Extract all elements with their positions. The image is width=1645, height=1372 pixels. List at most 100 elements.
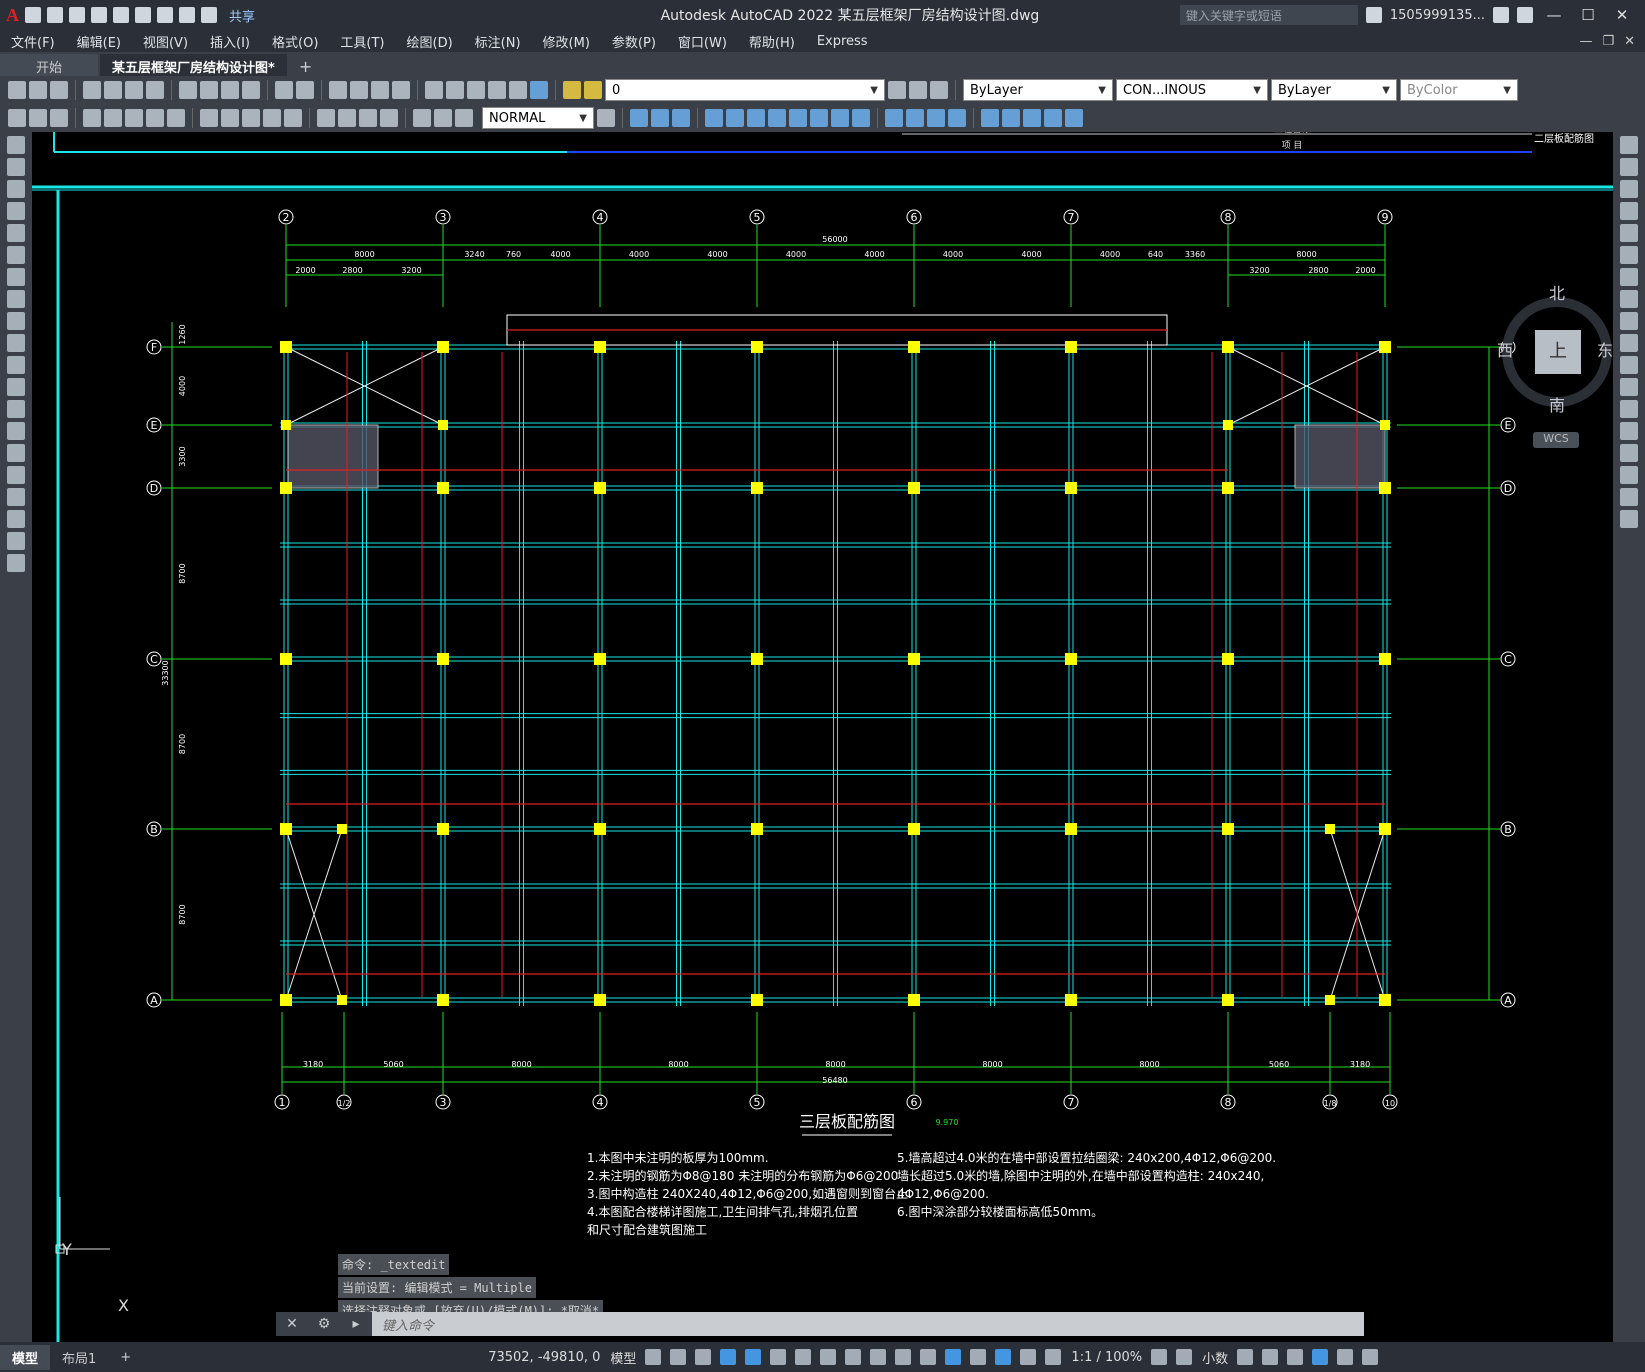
zoom-previous-icon[interactable]	[392, 81, 410, 99]
region-icon[interactable]	[7, 488, 25, 506]
line-icon[interactable]	[7, 136, 25, 154]
menu-edit[interactable]: 编辑(E)	[66, 32, 132, 51]
move-icon[interactable]	[1620, 246, 1638, 264]
break-icon[interactable]	[885, 109, 903, 127]
publish-icon[interactable]	[125, 81, 143, 99]
help-icon[interactable]	[530, 81, 548, 99]
customize-icon[interactable]: ⚙	[308, 1312, 340, 1336]
dim-jogged-icon[interactable]	[125, 109, 143, 127]
gizmo-icon[interactable]	[970, 1349, 987, 1365]
polygon-icon[interactable]	[7, 202, 25, 220]
3d-osnap-icon[interactable]	[945, 1349, 962, 1365]
share-button[interactable]: 共享	[229, 6, 255, 25]
customization-icon[interactable]	[1362, 1349, 1379, 1365]
menu-express[interactable]: Express	[806, 34, 879, 49]
selection-cycling-icon[interactable]	[920, 1349, 937, 1365]
dim-edit-icon[interactable]	[413, 109, 431, 127]
menu-draw[interactable]: 绘图(D)	[396, 32, 464, 51]
menu-insert[interactable]: 插入(I)	[199, 32, 261, 51]
save-icon[interactable]	[50, 81, 68, 99]
zoom-realtime-icon[interactable]	[350, 81, 368, 99]
draworder-icon[interactable]	[1044, 109, 1062, 127]
menu-dimension[interactable]: 标注(N)	[464, 32, 532, 51]
zoom-window-icon[interactable]	[371, 81, 389, 99]
lengthen-icon[interactable]	[1065, 109, 1083, 127]
copy-icon[interactable]	[200, 81, 218, 99]
new-file-icon[interactable]	[25, 7, 41, 23]
recent-commands-icon[interactable]: ▸	[340, 1312, 372, 1336]
mirror-icon[interactable]	[1620, 180, 1638, 198]
rotate-icon[interactable]	[768, 109, 786, 127]
join-icon[interactable]	[1620, 422, 1638, 440]
make-block-icon[interactable]	[7, 400, 25, 418]
menu-parametric[interactable]: 参数(P)	[601, 32, 667, 51]
menu-format[interactable]: 格式(O)	[261, 32, 329, 51]
dim-baseline-icon[interactable]	[221, 109, 239, 127]
color-dropdown[interactable]: ByLayer ▼	[963, 79, 1113, 101]
help-icon[interactable]	[1517, 7, 1533, 23]
snap-icon[interactable]	[670, 1349, 687, 1365]
menu-modify[interactable]: 修改(M)	[532, 32, 601, 51]
annotation-scale-icon[interactable]	[1045, 1349, 1062, 1365]
clean-screen-icon[interactable]	[1337, 1349, 1354, 1365]
user-account[interactable]: 1505999135...	[1390, 8, 1485, 23]
redo-icon[interactable]	[201, 7, 217, 23]
save-as-icon[interactable]	[91, 7, 107, 23]
open-icon[interactable]	[29, 81, 47, 99]
menu-file[interactable]: 文件(F)	[0, 32, 66, 51]
spline-icon[interactable]	[7, 312, 25, 330]
dim-ordinate-icon[interactable]	[83, 109, 101, 127]
hardware-acceleration-icon[interactable]	[1312, 1349, 1329, 1365]
arc-icon[interactable]	[7, 246, 25, 264]
dim-angular-icon[interactable]	[167, 109, 185, 127]
trim-icon[interactable]	[831, 109, 849, 127]
point-icon[interactable]	[7, 422, 25, 440]
match-properties-icon[interactable]	[242, 81, 260, 99]
calculator-icon[interactable]	[509, 81, 527, 99]
compass-north[interactable]: 北	[1549, 280, 1565, 304]
layer-properties-icon[interactable]	[888, 81, 906, 99]
explode-icon[interactable]	[981, 109, 999, 127]
dynamic-input-icon[interactable]	[720, 1349, 737, 1365]
undo-icon[interactable]	[275, 81, 293, 99]
compass-east[interactable]: 东	[1597, 337, 1613, 361]
copy-object-icon[interactable]	[651, 109, 669, 127]
layer-on-icon[interactable]	[563, 81, 581, 99]
infer-icon[interactable]	[695, 1349, 712, 1365]
close-command-line-icon[interactable]: ✕	[276, 1312, 308, 1336]
drawing-canvas[interactable]: 2 3 4 5 6 7 8 9 1 1/2 3 4 5 6 7 8 1/8 10 F F E E D D C C B B A A 5600…	[32, 132, 1613, 1342]
tool-palettes-icon[interactable]	[467, 81, 485, 99]
compass-west[interactable]: 西	[1497, 337, 1513, 361]
dim-linear-icon[interactable]	[8, 109, 26, 127]
web-save-icon[interactable]	[135, 7, 151, 23]
layer-dropdown[interactable]: 0 ▼	[605, 79, 885, 101]
add-layout-button[interactable]: +	[108, 1347, 143, 1368]
new-icon[interactable]	[8, 81, 26, 99]
plot-icon[interactable]	[157, 7, 173, 23]
mirror-icon[interactable]	[672, 109, 690, 127]
dim-arc-icon[interactable]	[50, 109, 68, 127]
gradient-icon[interactable]	[7, 466, 25, 484]
doc-minimize-button[interactable]: —	[1579, 34, 1592, 49]
layer-previous-icon[interactable]	[930, 81, 948, 99]
fillet-icon[interactable]	[948, 109, 966, 127]
print-preview-icon[interactable]	[104, 81, 122, 99]
ungroup-icon[interactable]	[1023, 109, 1041, 127]
erase-icon[interactable]	[630, 109, 648, 127]
view-cube[interactable]: 上 北 南 东 西 WCS	[1497, 284, 1613, 448]
erase-icon[interactable]	[1620, 136, 1638, 154]
group-icon[interactable]	[1002, 109, 1020, 127]
fillet-icon[interactable]	[1620, 466, 1638, 484]
ellipse-icon[interactable]	[7, 334, 25, 352]
undo-icon[interactable]	[179, 7, 195, 23]
mtext-icon[interactable]	[7, 532, 25, 550]
extend-icon[interactable]	[1620, 356, 1638, 374]
annotation-monitor-icon[interactable]	[1176, 1349, 1193, 1365]
rotate-icon[interactable]	[1620, 268, 1638, 286]
viewcube-top-face[interactable]: 上	[1535, 330, 1581, 374]
lineweight-icon[interactable]	[870, 1349, 887, 1365]
design-center-icon[interactable]	[446, 81, 464, 99]
tab-drawing[interactable]: 某五层框架厂房结构设计图*	[100, 54, 287, 76]
doc-restore-button[interactable]: ❐	[1602, 34, 1614, 49]
array-icon[interactable]	[1620, 224, 1638, 242]
